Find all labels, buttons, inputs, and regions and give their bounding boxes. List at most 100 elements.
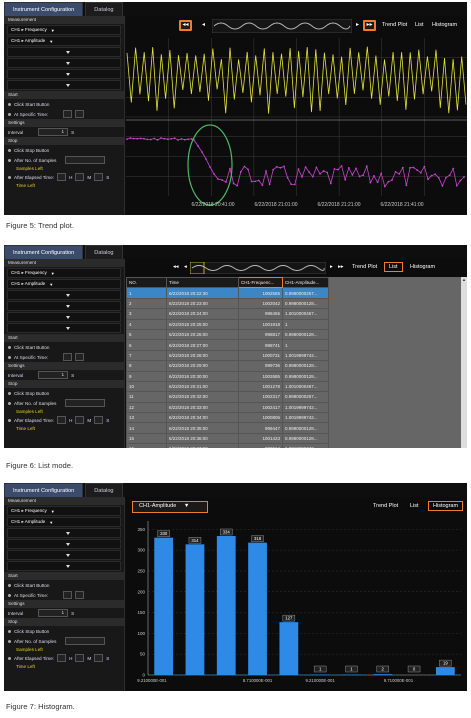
after-samples-option[interactable]: After No. of Samples xyxy=(4,398,124,408)
table-row[interactable]: 8 6/22/2018 20:29:00 999736 0.9980000128... xyxy=(126,360,329,372)
after-elapsed-option[interactable]: After Elapsed Time: H M S xyxy=(4,415,124,425)
tab-datalog[interactable]: Datalog xyxy=(85,245,123,259)
ch1-frequency-dropdown[interactable]: CH1 ▸ Frequency ▼ xyxy=(7,506,121,516)
table-row[interactable]: 5 6/22/2018 20:26:00 998817 0.9980000128... xyxy=(126,328,329,341)
table-row[interactable]: 2 6/22/2018 20:23:00 1002042 0.9980000128..… xyxy=(126,297,329,310)
table-row[interactable]: 11 6/22/2018 20:32:00 1002317 0.9980000257.… xyxy=(126,391,329,403)
empty-measurement-dropdown[interactable] xyxy=(7,80,121,90)
table-row[interactable]: 13 6/22/2018 20:34:00 1000805 1.0019999742.… xyxy=(126,412,329,424)
ch1-frequency-dropdown[interactable]: CH1 ▸ Frequency ▼ xyxy=(7,268,121,278)
interval-input[interactable]: 1 xyxy=(38,371,69,379)
histogram-link[interactable]: Histogram xyxy=(410,264,435,270)
scroll-up-icon[interactable]: ▲ xyxy=(461,277,467,282)
time-field[interactable] xyxy=(75,110,85,118)
samples-input[interactable] xyxy=(65,156,106,164)
next-icon[interactable]: ▸ xyxy=(356,21,359,28)
list-link[interactable]: List xyxy=(384,262,403,272)
tab-instrument-configuration[interactable]: Instrument Configuration xyxy=(4,2,84,16)
time-field[interactable] xyxy=(75,353,85,361)
table-row[interactable]: 166/22/2018 20:37:009986141.0019999742..… xyxy=(126,443,329,448)
interval-input[interactable]: 1 xyxy=(38,609,69,617)
table-row[interactable]: 7 6/22/2018 20:28:00 1000731 1.0019999742..… xyxy=(126,349,329,362)
empty-measurement-dropdown[interactable] xyxy=(7,539,121,549)
overview-wave[interactable] xyxy=(190,262,326,274)
empty-measurement-dropdown[interactable] xyxy=(7,561,121,571)
list-link[interactable]: List xyxy=(415,22,424,28)
table-row[interactable]: 3 6/22/2018 20:24:00 998455 1.0010000467... xyxy=(126,308,329,320)
at-specific-time-option[interactable]: At Specific Time: xyxy=(4,590,124,600)
trend-plot-link[interactable]: Trend Plot xyxy=(352,264,377,270)
hours-input[interactable] xyxy=(57,416,67,424)
time-field[interactable] xyxy=(63,110,73,118)
minutes-input[interactable] xyxy=(75,173,85,181)
forward-icon[interactable]: ▸▸ xyxy=(338,264,344,270)
tab-datalog[interactable]: Datalog xyxy=(85,2,123,16)
histogram-link[interactable]: Histogram xyxy=(432,22,457,28)
time-field[interactable] xyxy=(63,591,73,599)
hours-input[interactable] xyxy=(57,173,67,181)
empty-measurement-dropdown[interactable] xyxy=(7,301,121,311)
col-no-header[interactable]: NO. xyxy=(126,276,167,289)
at-specific-time-option[interactable]: At Specific Time: xyxy=(4,352,124,362)
after-elapsed-option[interactable]: After Elapsed Time: H M S xyxy=(4,653,124,663)
table-row[interactable]: 6 6/22/2018 20:27:00 998741 1 xyxy=(126,339,329,351)
seconds-input[interactable] xyxy=(94,654,104,662)
trend-plot-link[interactable]: Trend Plot xyxy=(373,503,398,509)
prev-icon[interactable]: ◂ xyxy=(184,264,187,270)
ch1-amplitude-dropdown[interactable]: CH1 ▸ Amplitude ▼ xyxy=(7,279,121,289)
time-field[interactable] xyxy=(75,591,85,599)
samples-input[interactable] xyxy=(65,399,106,407)
col-time-header[interactable]: Time xyxy=(166,276,239,289)
next-icon[interactable]: ▸ xyxy=(330,264,333,270)
rewind-icon[interactable]: ◂◂ xyxy=(173,264,179,270)
click-stop-option[interactable]: Click Stop Button xyxy=(4,145,124,155)
click-stop-option[interactable]: Click Stop Button xyxy=(4,388,124,398)
time-field[interactable] xyxy=(63,353,73,361)
tab-instrument-configuration[interactable]: Instrument Configuration xyxy=(4,483,84,497)
forward-button[interactable]: ▸▸ xyxy=(363,20,376,31)
scrollbar[interactable]: ▲ ▼ xyxy=(461,277,467,448)
after-samples-option[interactable]: After No. of Samples xyxy=(4,636,124,646)
click-start-option[interactable]: Click Start Button xyxy=(4,99,124,109)
list-link[interactable]: List xyxy=(410,503,419,509)
minutes-input[interactable] xyxy=(75,654,85,662)
seconds-input[interactable] xyxy=(94,416,104,424)
table-row[interactable]: 1 6/22/2018 20:22:30 1002565 0.9980000257..… xyxy=(126,287,329,299)
trend-plot-link[interactable]: Trend Plot xyxy=(382,22,407,28)
table-row[interactable]: 9 6/22/2018 20:30:00 1002685 0.9980000128..… xyxy=(126,370,329,382)
after-samples-option[interactable]: After No. of Samples xyxy=(4,155,124,165)
minutes-input[interactable] xyxy=(75,416,85,424)
ch1-frequency-dropdown[interactable]: CH1 ▸ Frequency ▼ xyxy=(7,25,121,35)
table-row[interactable]: 4 6/22/2018 20:25:00 1001918 1 xyxy=(126,318,329,330)
empty-measurement-dropdown[interactable] xyxy=(7,58,121,68)
table-row[interactable]: 14 6/22/2018 20:35:00 999447 0.9990000128..… xyxy=(126,422,329,434)
empty-measurement-dropdown[interactable] xyxy=(7,47,121,57)
histogram-link[interactable]: Histogram xyxy=(428,501,464,511)
empty-measurement-dropdown[interactable] xyxy=(7,312,121,322)
empty-measurement-dropdown[interactable] xyxy=(7,550,121,560)
hours-input[interactable] xyxy=(57,654,67,662)
channel-select[interactable]: CH1-Amplitude ▼ xyxy=(132,501,208,513)
seconds-input[interactable] xyxy=(94,173,104,181)
ch1-amplitude-dropdown[interactable]: CH1 ▸ Amplitude ▼ xyxy=(7,517,121,527)
empty-measurement-dropdown[interactable] xyxy=(7,323,121,333)
after-elapsed-option[interactable]: After Elapsed Time: H M S xyxy=(4,172,124,182)
at-specific-time-option[interactable]: At Specific Time: xyxy=(4,109,124,119)
tab-datalog[interactable]: Datalog xyxy=(85,483,123,497)
samples-input[interactable] xyxy=(65,637,106,645)
empty-measurement-dropdown[interactable] xyxy=(7,290,121,300)
click-start-option[interactable]: Click Start Button xyxy=(4,580,124,590)
empty-measurement-dropdown[interactable] xyxy=(7,528,121,538)
ch1-amplitude-dropdown[interactable]: CH1 ▸ Amplitude ▼ xyxy=(7,36,121,46)
interval-input[interactable]: 1 xyxy=(38,128,69,136)
tab-instrument-configuration[interactable]: Instrument Configuration xyxy=(4,245,84,259)
empty-measurement-dropdown[interactable] xyxy=(7,69,121,79)
table-row[interactable]: 15 6/22/2018 20:36:00 1001423 0.9980000128.… xyxy=(126,432,329,445)
click-stop-option[interactable]: Click Stop Button xyxy=(4,626,124,636)
table-row[interactable]: 10 6/22/2018 20:31:00 1001278 1.0010000467.… xyxy=(126,380,329,393)
click-start-option[interactable]: Click Start Button xyxy=(4,342,124,352)
prev-icon[interactable]: ◂ xyxy=(202,21,205,28)
rewind-button[interactable]: ◂◂ xyxy=(179,20,192,31)
overview-wave[interactable] xyxy=(212,19,352,33)
col-frequency-header[interactable]: CH1-Frequenc... xyxy=(238,276,283,289)
